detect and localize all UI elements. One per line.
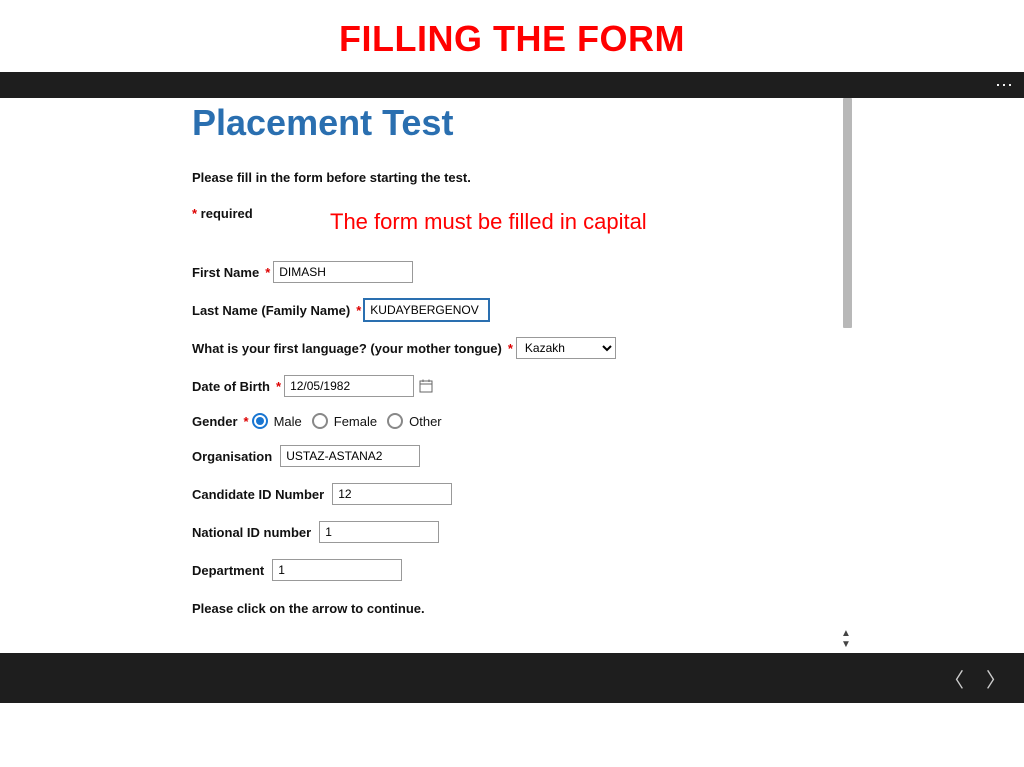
viewer-bottom-bar: 〈 〉 [0, 653, 1024, 703]
dob-input[interactable] [284, 375, 414, 397]
asterisk-icon: * [265, 265, 270, 280]
scroll-up-icon[interactable]: ▲ [841, 628, 851, 639]
last-name-input[interactable] [364, 299, 489, 321]
scrollbar-thumb[interactable] [843, 98, 852, 328]
scroll-stepper[interactable]: ▲ ▼ [838, 627, 854, 651]
organisation-input[interactable] [280, 445, 420, 467]
national-id-input[interactable] [319, 521, 439, 543]
row-candidate-id: Candidate ID Number [192, 483, 824, 505]
radio-male[interactable] [252, 413, 268, 429]
row-first-name: First Name * [192, 261, 824, 283]
label-dob: Date of Birth [192, 379, 270, 394]
label-language: What is your first language? (your mothe… [192, 341, 502, 356]
calendar-icon[interactable] [418, 378, 434, 394]
row-dob: Date of Birth * [192, 375, 824, 397]
asterisk-icon: * [356, 303, 361, 318]
required-indicator: required [192, 206, 253, 221]
row-language: What is your first language? (your mothe… [192, 337, 824, 359]
next-slide-button[interactable]: 〉 [986, 671, 1006, 691]
asterisk-icon: * [508, 341, 513, 356]
radio-label-female: Female [334, 414, 377, 429]
viewer-area: Placement Test Please fill in the form b… [0, 98, 1024, 653]
row-organisation: Organisation [192, 445, 824, 467]
radio-label-other: Other [409, 414, 442, 429]
row-last-name: Last Name (Family Name) * [192, 299, 824, 321]
label-department: Department [192, 563, 264, 578]
row-department: Department [192, 559, 824, 581]
label-organisation: Organisation [192, 449, 272, 464]
annotation-text: The form must be filled in capital [330, 209, 647, 235]
form-instruction: Please fill in the form before starting … [192, 170, 824, 185]
label-first-name: First Name [192, 265, 259, 280]
first-name-input[interactable] [273, 261, 413, 283]
radio-other[interactable] [387, 413, 403, 429]
continue-instruction: Please click on the arrow to continue. [192, 601, 824, 616]
label-gender: Gender [192, 414, 238, 429]
scroll-down-icon[interactable]: ▼ [841, 639, 851, 650]
label-candidate-id: Candidate ID Number [192, 487, 324, 502]
department-input[interactable] [272, 559, 402, 581]
more-icon[interactable]: ⋯ [995, 76, 1014, 94]
radio-label-male: Male [274, 414, 302, 429]
language-select[interactable]: Kazakh [516, 337, 616, 359]
label-last-name: Last Name (Family Name) [192, 303, 350, 318]
label-national-id: National ID number [192, 525, 311, 540]
viewer-top-bar: ⋯ [0, 72, 1024, 98]
row-gender: Gender * Male Female Other [192, 413, 824, 429]
radio-female[interactable] [312, 413, 328, 429]
candidate-id-input[interactable] [332, 483, 452, 505]
row-national-id: National ID number [192, 521, 824, 543]
slide-title: FILLING THE FORM [0, 0, 1024, 72]
form-heading: Placement Test [192, 102, 824, 144]
prev-slide-button[interactable]: 〈 [944, 671, 964, 691]
asterisk-icon: * [276, 379, 281, 394]
asterisk-icon: * [244, 414, 249, 429]
